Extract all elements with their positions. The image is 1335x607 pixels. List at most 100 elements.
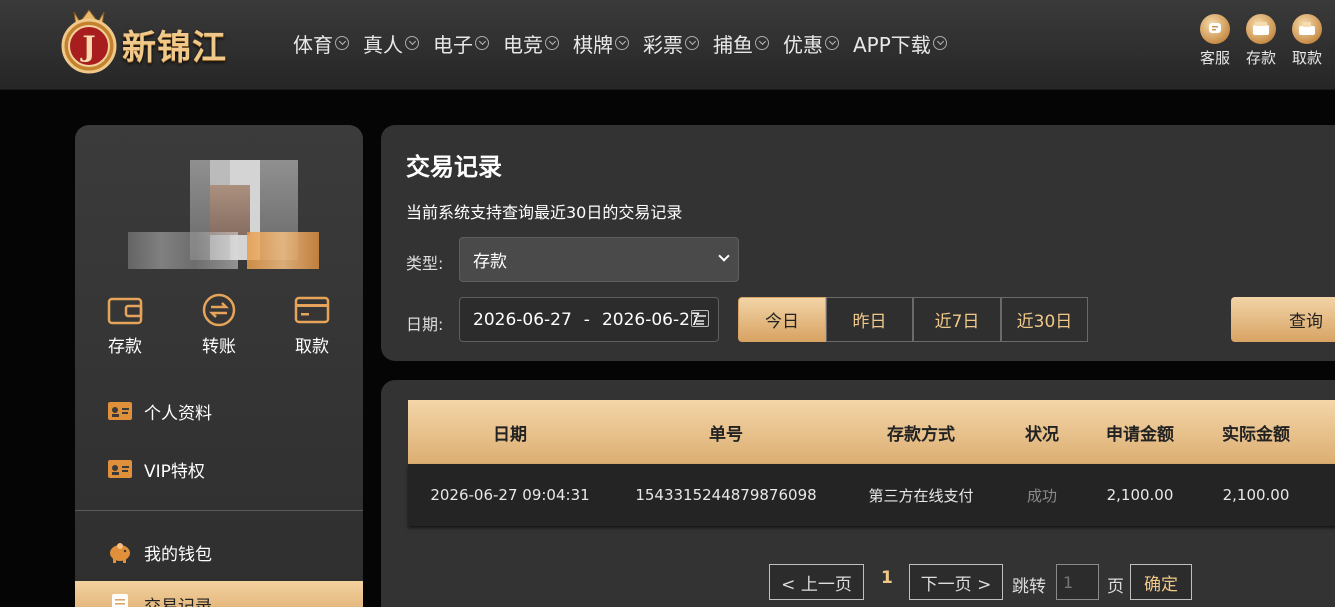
quick-label: 取款 bbox=[1291, 49, 1322, 67]
page-title: 交易记录 bbox=[406, 153, 502, 181]
logo-crown-icon: J bbox=[61, 9, 117, 74]
calendar-icon bbox=[691, 310, 709, 327]
action-label: 转账 bbox=[202, 337, 236, 357]
column-header: 存款方式 bbox=[887, 424, 955, 445]
type-label: 类型: bbox=[406, 254, 444, 273]
page-jump-input[interactable] bbox=[1056, 564, 1099, 600]
date-separator: - bbox=[583, 309, 590, 330]
nav-label: 捕鱼 bbox=[713, 32, 753, 57]
site-logo[interactable]: J 新锦江 bbox=[56, 6, 256, 76]
chevron-down-icon bbox=[545, 36, 559, 50]
wallet-icon bbox=[1246, 14, 1276, 44]
transactions-table: 日期 单号 存款方式 状况 申请金额 实际金额 2026-06-27 09:04… bbox=[408, 400, 1335, 526]
type-select-value: 存款 bbox=[473, 252, 507, 272]
range-30days-button[interactable]: 近30日 bbox=[1001, 297, 1088, 342]
nav-item-esports[interactable]: 电竞 bbox=[503, 28, 559, 58]
quick-label: 存款 bbox=[1245, 49, 1276, 67]
nav-label: 电竞 bbox=[503, 32, 543, 57]
cell-deposit-method: 第三方在线支付 bbox=[868, 486, 974, 505]
nav-item-promotions[interactable]: 优惠 bbox=[783, 28, 839, 58]
main-nav: 体育 真人 电子 电竞 棋牌 彩票 捕鱼 优惠 APP下载 bbox=[293, 28, 961, 58]
prev-page-button[interactable]: < 上一页 bbox=[769, 564, 864, 600]
column-header: 状况 bbox=[1025, 424, 1059, 445]
nav-item-fishing[interactable]: 捕鱼 bbox=[713, 28, 769, 58]
jump-label: 跳转 bbox=[1012, 577, 1046, 597]
type-select[interactable]: 存款 bbox=[459, 237, 739, 282]
range-yesterday-button[interactable]: 昨日 bbox=[826, 297, 913, 342]
cell-actual-amount: 2,100.00 bbox=[1222, 486, 1290, 504]
sidebar-item-transactions[interactable]: 交易记录 bbox=[75, 581, 363, 607]
nav-item-slots[interactable]: 电子 bbox=[433, 28, 489, 58]
pagination: < 上一页 1 下一页 > 跳转 页 确定 bbox=[381, 564, 1335, 600]
quick-label: 客服 bbox=[1199, 49, 1230, 67]
document-icon bbox=[107, 594, 133, 607]
nav-label: 棋牌 bbox=[573, 32, 613, 57]
cell-status: 成功 bbox=[1026, 486, 1057, 505]
nav-label: 真人 bbox=[363, 32, 403, 57]
svg-text:J: J bbox=[79, 30, 95, 63]
action-label: 取款 bbox=[295, 337, 329, 357]
header-withdraw-button[interactable]: 取款 bbox=[1285, 14, 1329, 68]
id-card-icon bbox=[107, 401, 133, 421]
nav-label: 体育 bbox=[293, 32, 333, 57]
withdraw-icon bbox=[1292, 14, 1322, 44]
table-row: 2026-06-27 09:04:31 1543315244879876098 … bbox=[408, 464, 1335, 526]
range-label: 昨日 bbox=[852, 312, 887, 332]
sidebar-item-wallet[interactable]: 我的钱包 bbox=[75, 529, 363, 575]
date-range-picker[interactable]: 2026-06-27 - 2026-06-27 bbox=[459, 297, 719, 342]
account-actions: 存款 转账 取款 bbox=[75, 293, 363, 363]
column-header: 日期 bbox=[493, 424, 527, 445]
nav-label: 电子 bbox=[433, 32, 473, 57]
search-button[interactable]: 查询 bbox=[1231, 297, 1335, 342]
range-label: 近7日 bbox=[934, 312, 980, 332]
range-label: 近30日 bbox=[1016, 312, 1073, 332]
sidebar-withdraw-button[interactable]: 取款 bbox=[272, 293, 352, 357]
nav-label: 彩票 bbox=[643, 32, 683, 57]
date-start: 2026-06-27 bbox=[473, 309, 572, 330]
page-suffix: 页 bbox=[1107, 577, 1124, 597]
chevron-down-icon bbox=[335, 36, 349, 50]
current-page[interactable]: 1 bbox=[881, 568, 893, 588]
date-label: 日期: bbox=[406, 315, 444, 334]
sidebar-deposit-button[interactable]: 存款 bbox=[85, 293, 165, 357]
nav-item-sports[interactable]: 体育 bbox=[293, 28, 349, 58]
nav-item-app-download[interactable]: APP下载 bbox=[853, 28, 947, 58]
sidebar-item-vip[interactable]: VIP特权 bbox=[75, 446, 363, 492]
account-sidebar: 存款 转账 取款 个人资料 VIP特权 我的钱包 交易记录 bbox=[75, 125, 363, 607]
column-header: 单号 bbox=[709, 424, 743, 445]
nav-item-lottery[interactable]: 彩票 bbox=[643, 28, 699, 58]
customer-service-button[interactable]: 客服 bbox=[1193, 14, 1237, 68]
card-icon bbox=[294, 296, 330, 324]
sidebar-item-profile[interactable]: 个人资料 bbox=[75, 388, 363, 434]
action-label: 存款 bbox=[108, 337, 142, 357]
chevron-down-icon bbox=[475, 36, 489, 50]
logo-text: 新锦江 bbox=[122, 28, 227, 68]
wallet-icon bbox=[107, 297, 143, 325]
chevron-down-icon bbox=[755, 36, 769, 50]
range-today-button[interactable]: 今日 bbox=[738, 297, 826, 342]
menu-label: 我的钱包 bbox=[144, 544, 212, 565]
nav-item-cards[interactable]: 棋牌 bbox=[573, 28, 629, 58]
table-header: 日期 单号 存款方式 状况 申请金额 实际金额 bbox=[408, 400, 1335, 464]
query-description: 当前系统支持查询最近30日的交易记录 bbox=[406, 203, 683, 222]
next-page-button[interactable]: 下一页 > bbox=[909, 564, 1003, 600]
transfer-icon bbox=[202, 293, 236, 327]
date-end: 2026-06-27 bbox=[601, 309, 701, 330]
vip-card-icon bbox=[107, 459, 133, 479]
chevron-down-icon bbox=[405, 36, 419, 50]
sidebar-transfer-button[interactable]: 转账 bbox=[179, 293, 259, 357]
range-7days-button[interactable]: 近7日 bbox=[913, 297, 1001, 342]
column-header: 申请金额 bbox=[1106, 424, 1174, 445]
chevron-down-icon bbox=[825, 36, 839, 50]
menu-label: 个人资料 bbox=[144, 403, 212, 424]
page-jump-confirm-button[interactable]: 确定 bbox=[1130, 564, 1192, 600]
query-panel: 交易记录 当前系统支持查询最近30日的交易记录 类型: 存款 日期: 2026-… bbox=[381, 125, 1335, 361]
chevron-down-icon bbox=[718, 250, 730, 262]
chevron-down-icon bbox=[685, 36, 699, 50]
chevron-down-icon bbox=[615, 36, 629, 50]
chevron-down-icon bbox=[932, 36, 947, 50]
column-header: 实际金额 bbox=[1222, 424, 1290, 445]
header-deposit-button[interactable]: 存款 bbox=[1239, 14, 1283, 68]
nav-item-live[interactable]: 真人 bbox=[363, 28, 419, 58]
cell-date: 2026-06-27 09:04:31 bbox=[430, 486, 590, 504]
